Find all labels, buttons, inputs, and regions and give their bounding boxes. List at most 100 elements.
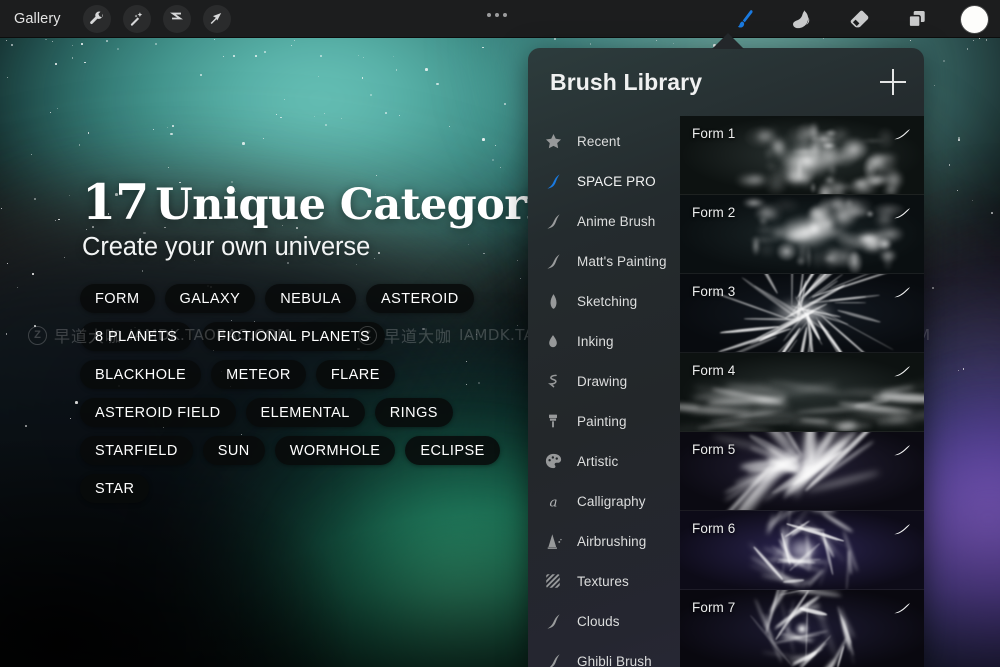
brush-stroke-thumbnail-icon bbox=[893, 444, 911, 462]
brush-category-label: Inking bbox=[577, 333, 614, 349]
brush-category-item-inking[interactable]: Inking bbox=[528, 321, 680, 361]
brush-category-item-matt-s-painting[interactable]: Matt's Painting bbox=[528, 241, 680, 281]
brush-stroke-icon bbox=[542, 611, 564, 632]
brush-category-item-anime-brush[interactable]: Anime Brush bbox=[528, 201, 680, 241]
brush-category-label: Calligraphy bbox=[577, 493, 646, 509]
brush-category-item-recent[interactable]: Recent bbox=[528, 121, 680, 161]
brush-category-item-textures[interactable]: Textures bbox=[528, 561, 680, 601]
category-pill: ECLIPSE bbox=[405, 436, 500, 465]
selection-icon[interactable] bbox=[162, 4, 191, 33]
category-pill: 8 PLANETS bbox=[80, 322, 193, 351]
star-icon bbox=[542, 132, 564, 151]
airbrush-icon bbox=[542, 532, 564, 551]
headline-line-1: 17 Unique Categories bbox=[82, 178, 593, 230]
brush-stroke-thumbnail-icon bbox=[893, 602, 911, 620]
brush-item[interactable]: Form 5 bbox=[680, 432, 924, 511]
brush-blue-icon bbox=[542, 171, 564, 192]
category-pill-list: FORM GALAXY NEBULA ASTEROID 8 PLANETS FICTION… bbox=[80, 284, 500, 503]
brush-category-label: Painting bbox=[577, 413, 627, 429]
brush-category-label: Sketching bbox=[577, 293, 638, 309]
brush-stroke-thumbnail-icon bbox=[893, 365, 911, 383]
gallery-button[interactable]: Gallery bbox=[14, 11, 61, 27]
brush-category-label: Artistic bbox=[577, 453, 619, 469]
brush-category-label: Textures bbox=[577, 573, 629, 589]
procreate-canvas-screen: 17 Unique Categories Create your own univ… bbox=[0, 0, 1000, 667]
category-pill: RINGS bbox=[374, 398, 453, 427]
ink-drop-icon bbox=[542, 332, 564, 351]
transform-arrow-icon[interactable] bbox=[202, 4, 231, 33]
left-tool-group bbox=[82, 4, 231, 33]
brush-category-label: Anime Brush bbox=[577, 213, 656, 229]
brush-item[interactable]: Form 6 bbox=[680, 511, 924, 590]
category-pill: FLARE bbox=[315, 360, 395, 389]
category-pill: STARFIELD bbox=[80, 436, 193, 465]
top-toolbar: Gallery bbox=[0, 0, 1000, 38]
panel-title: Brush Library bbox=[550, 68, 703, 95]
brush-item[interactable]: Form 7 bbox=[680, 590, 924, 667]
brush-category-item-sketching[interactable]: Sketching bbox=[528, 281, 680, 321]
smudge-icon[interactable] bbox=[787, 5, 815, 33]
color-swatch[interactable] bbox=[961, 5, 988, 33]
brush-category-label: Matt's Painting bbox=[577, 253, 667, 269]
brush-item[interactable]: Form 4 bbox=[680, 353, 924, 432]
wrench-icon[interactable] bbox=[82, 4, 111, 33]
brush-category-label: Airbrushing bbox=[577, 533, 647, 549]
brush-category-item-calligraphy[interactable]: a Calligraphy bbox=[528, 481, 680, 521]
category-pill: FORM bbox=[80, 284, 155, 313]
brush-name: Form 6 bbox=[692, 521, 736, 536]
category-pill: METEOR bbox=[211, 360, 306, 389]
brush-category-label: Drawing bbox=[577, 373, 628, 389]
category-pill: GALAXY bbox=[164, 284, 256, 313]
brush-stroke-icon bbox=[542, 651, 564, 667]
brush-name: Form 3 bbox=[692, 284, 736, 299]
brush-category-label: SPACE PRO bbox=[577, 173, 656, 189]
category-pill: WORMHOLE bbox=[274, 436, 396, 465]
eraser-icon[interactable] bbox=[845, 5, 873, 33]
brush-category-item-artistic[interactable]: Artistic bbox=[528, 441, 680, 481]
headline-subtitle: Create your own universe bbox=[82, 233, 371, 261]
brush-stroke-thumbnail-icon bbox=[893, 128, 911, 146]
category-pill: BLACKHOLE bbox=[80, 360, 202, 389]
palette-icon bbox=[542, 452, 564, 471]
brush-library-header: Brush Library bbox=[528, 48, 924, 116]
brush-category-item-painting[interactable]: Painting bbox=[528, 401, 680, 441]
category-pill: FICTIONAL PLANETS bbox=[202, 322, 386, 351]
brush-item[interactable]: Form 3 bbox=[680, 274, 924, 353]
brush-category-list[interactable]: Recent SPACE PRO Anime Brush Matt's Paintin… bbox=[528, 116, 680, 667]
brush-category-item-space-pro[interactable]: SPACE PRO bbox=[528, 161, 680, 201]
brush-stroke-thumbnail-icon bbox=[893, 207, 911, 225]
paintbrush-icon[interactable] bbox=[729, 5, 757, 33]
category-pill: ELEMENTAL bbox=[245, 398, 365, 427]
category-pill: SUN bbox=[202, 436, 265, 465]
brush-category-label: Clouds bbox=[577, 613, 620, 629]
brush-library-panel: Brush Library Recent SPACE PRO Anime Brush… bbox=[528, 48, 924, 667]
layers-icon[interactable] bbox=[903, 5, 931, 33]
category-pill: ASTEROID bbox=[365, 284, 474, 313]
headline-text: Unique Categories bbox=[155, 180, 593, 230]
brush-stroke-thumbnail-icon bbox=[893, 523, 911, 541]
brush-name: Form 4 bbox=[692, 363, 736, 378]
headline-number: 17 bbox=[82, 173, 149, 231]
overflow-dots-icon[interactable] bbox=[487, 13, 507, 17]
svg-text:a: a bbox=[549, 495, 557, 510]
brush-category-item-airbrushing[interactable]: Airbrushing bbox=[528, 521, 680, 561]
pencil-tip-icon bbox=[542, 292, 564, 311]
brush-category-item-drawing[interactable]: Drawing bbox=[528, 361, 680, 401]
brush-name: Form 7 bbox=[692, 600, 736, 615]
brush-category-item-ghibli-brush[interactable]: Ghibli Brush bbox=[528, 641, 680, 667]
add-brush-set-icon[interactable] bbox=[880, 69, 906, 95]
category-pill: ASTEROID FIELD bbox=[80, 398, 236, 427]
brush-list[interactable]: Form 1 Form 2 Form 3 Form 4 Form 5 Form 6 Form… bbox=[680, 116, 924, 667]
brush-stroke-icon bbox=[542, 211, 564, 232]
brush-name: Form 5 bbox=[692, 442, 736, 457]
category-pill: NEBULA bbox=[265, 284, 356, 313]
brush-item[interactable]: Form 1 bbox=[680, 116, 924, 195]
hatch-square-icon bbox=[542, 572, 564, 590]
squiggle-icon bbox=[542, 371, 564, 391]
brush-item[interactable]: Form 2 bbox=[680, 195, 924, 274]
brush-stroke-thumbnail-icon bbox=[893, 286, 911, 304]
magic-wand-icon[interactable] bbox=[122, 4, 151, 33]
brush-category-label: Ghibli Brush bbox=[577, 653, 652, 667]
right-tool-group bbox=[729, 0, 988, 38]
brush-category-item-clouds[interactable]: Clouds bbox=[528, 601, 680, 641]
